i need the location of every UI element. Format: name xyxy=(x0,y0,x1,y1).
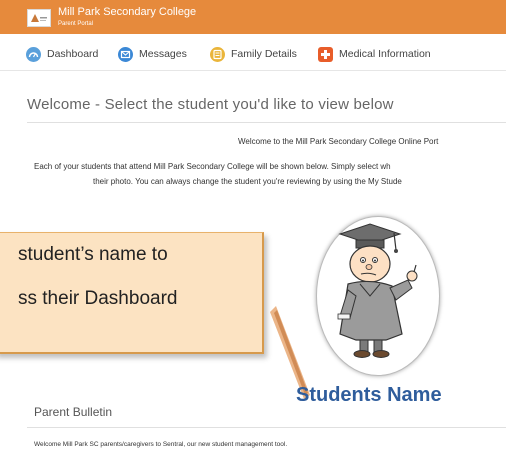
student-cartoon-icon xyxy=(337,223,418,358)
page-title: Welcome - Select the student you'd like … xyxy=(27,96,394,113)
main-nav: Dashboard Messages Family Details Medica… xyxy=(0,35,506,71)
dashboard-icon xyxy=(26,46,41,62)
nav-medical-information[interactable]: Medical Information xyxy=(318,46,431,62)
nav-messages[interactable]: Messages xyxy=(118,46,187,62)
instruction-text-line-2: their photo. You can always change the s… xyxy=(93,177,402,186)
nav-messages-label: Messages xyxy=(139,48,187,60)
app-header: Mill Park Secondary College Parent Porta… xyxy=(0,0,506,34)
school-crest-icon xyxy=(31,14,47,22)
nav-dashboard[interactable]: Dashboard xyxy=(26,46,98,62)
school-logo[interactable] xyxy=(27,9,51,27)
app-title: Mill Park Secondary College xyxy=(58,6,197,18)
nav-family-details-label: Family Details xyxy=(231,48,297,60)
welcome-text: Welcome to the Mill Park Secondary Colle… xyxy=(238,137,439,146)
medical-icon xyxy=(318,46,333,62)
app-subtitle: Parent Portal xyxy=(58,21,94,27)
bulletin-divider xyxy=(27,427,506,428)
callout-text-line-1: student’s name to xyxy=(18,244,168,265)
nav-dashboard-label: Dashboard xyxy=(47,48,99,60)
bulletin-text: Welcome Mill Park SC parents/caregivers … xyxy=(34,441,288,448)
nav-medical-information-label: Medical Information xyxy=(339,48,431,60)
instruction-text-line-1: Each of your students that attend Mill P… xyxy=(34,162,391,171)
student-name-link[interactable]: Students Name xyxy=(296,384,442,407)
bulletin-title: Parent Bulletin xyxy=(34,405,113,419)
family-icon xyxy=(210,46,225,62)
mail-icon xyxy=(118,46,133,62)
callout-text-line-2: ss their Dashboard xyxy=(18,288,178,309)
nav-family-details[interactable]: Family Details xyxy=(210,46,297,62)
title-divider xyxy=(27,122,506,123)
